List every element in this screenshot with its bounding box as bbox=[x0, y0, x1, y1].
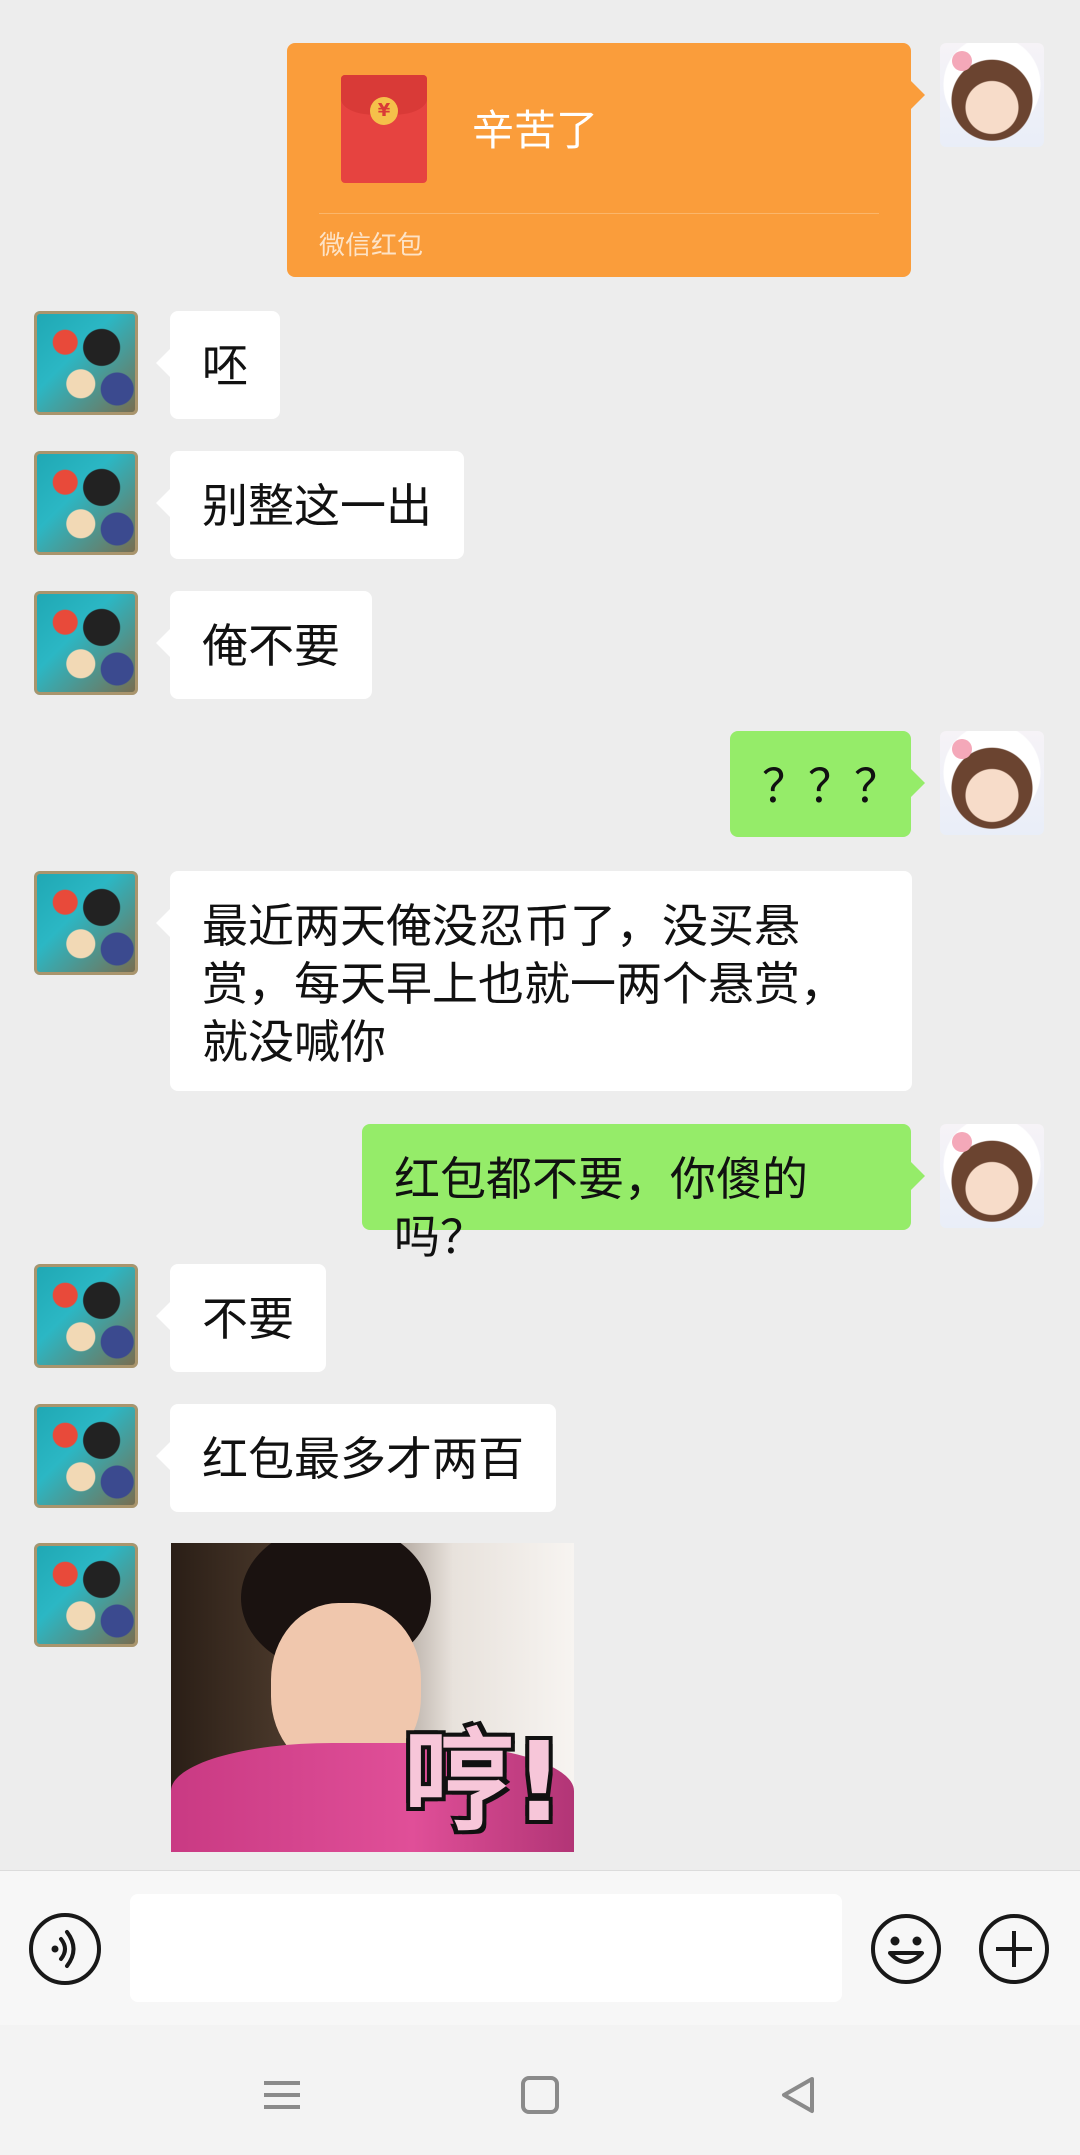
message-bubble-outgoing[interactable]: 红包都不要，你傻的吗？ bbox=[362, 1124, 925, 1264]
red-packet-message[interactable]: ¥ 辛苦了 微信红包 bbox=[287, 43, 925, 277]
message-text: 别整这一出 bbox=[202, 479, 432, 533]
message-text: 呸 bbox=[202, 339, 248, 393]
message-bubble-incoming[interactable]: 别整这一出 bbox=[156, 451, 464, 559]
back-icon[interactable] bbox=[768, 2065, 828, 2125]
plus-icon[interactable] bbox=[978, 1913, 1050, 1985]
contact-avatar[interactable] bbox=[34, 311, 138, 415]
self-avatar[interactable] bbox=[940, 731, 1044, 835]
contact-avatar[interactable] bbox=[34, 1404, 138, 1508]
contact-avatar[interactable] bbox=[34, 1264, 138, 1368]
menu-icon[interactable] bbox=[252, 2065, 312, 2125]
message-text: 俺不要 bbox=[202, 619, 340, 673]
input-bar bbox=[0, 1870, 1080, 2026]
message-bubble-incoming[interactable]: 红包最多才两百 bbox=[156, 1404, 556, 1512]
message-text: 红包最多才两百 bbox=[202, 1432, 524, 1486]
sticker-caption: 哼! bbox=[403, 1718, 564, 1846]
contact-avatar[interactable] bbox=[34, 451, 138, 555]
system-nav-bar bbox=[0, 2025, 1080, 2155]
home-icon[interactable] bbox=[510, 2065, 570, 2125]
self-avatar[interactable] bbox=[940, 1124, 1044, 1228]
self-avatar[interactable] bbox=[940, 43, 1044, 147]
contact-avatar[interactable] bbox=[34, 871, 138, 975]
message-bubble-incoming[interactable]: 最近两天俺没忍币了，没买悬赏，每天早上也就一两个悬赏，就没喊你 bbox=[156, 871, 912, 1091]
divider bbox=[319, 213, 879, 214]
red-packet-label: 微信红包 bbox=[319, 231, 424, 261]
chat-area: ¥ 辛苦了 微信红包 呸 别整这一出 俺不要 ？？？ 最近两天俺没忍币了，没买悬… bbox=[0, 0, 1080, 1870]
message-bubble-incoming[interactable]: 呸 bbox=[156, 311, 280, 419]
message-text: 不要 bbox=[202, 1292, 294, 1346]
red-packet-title: 辛苦了 bbox=[472, 106, 599, 155]
message-text: 最近两天俺没忍币了，没买悬赏，每天早上也就一两个悬赏，就没喊你 bbox=[202, 899, 846, 1069]
red-envelope-icon: ¥ bbox=[341, 75, 427, 183]
contact-avatar[interactable] bbox=[34, 591, 138, 695]
coin-icon: ¥ bbox=[370, 97, 398, 125]
emoji-icon[interactable] bbox=[870, 1913, 942, 1985]
message-text: ？？？ bbox=[762, 759, 900, 813]
message-input[interactable] bbox=[130, 1894, 842, 2002]
message-text: 红包都不要，你傻的吗？ bbox=[394, 1152, 808, 1264]
message-bubble-outgoing[interactable]: ？？？ bbox=[730, 731, 925, 837]
message-bubble-incoming[interactable]: 俺不要 bbox=[156, 591, 372, 699]
contact-avatar[interactable] bbox=[34, 1543, 138, 1647]
message-bubble-incoming[interactable]: 不要 bbox=[156, 1264, 326, 1372]
voice-icon[interactable] bbox=[29, 1913, 101, 1985]
sticker-image[interactable]: 哼! bbox=[171, 1543, 574, 1852]
